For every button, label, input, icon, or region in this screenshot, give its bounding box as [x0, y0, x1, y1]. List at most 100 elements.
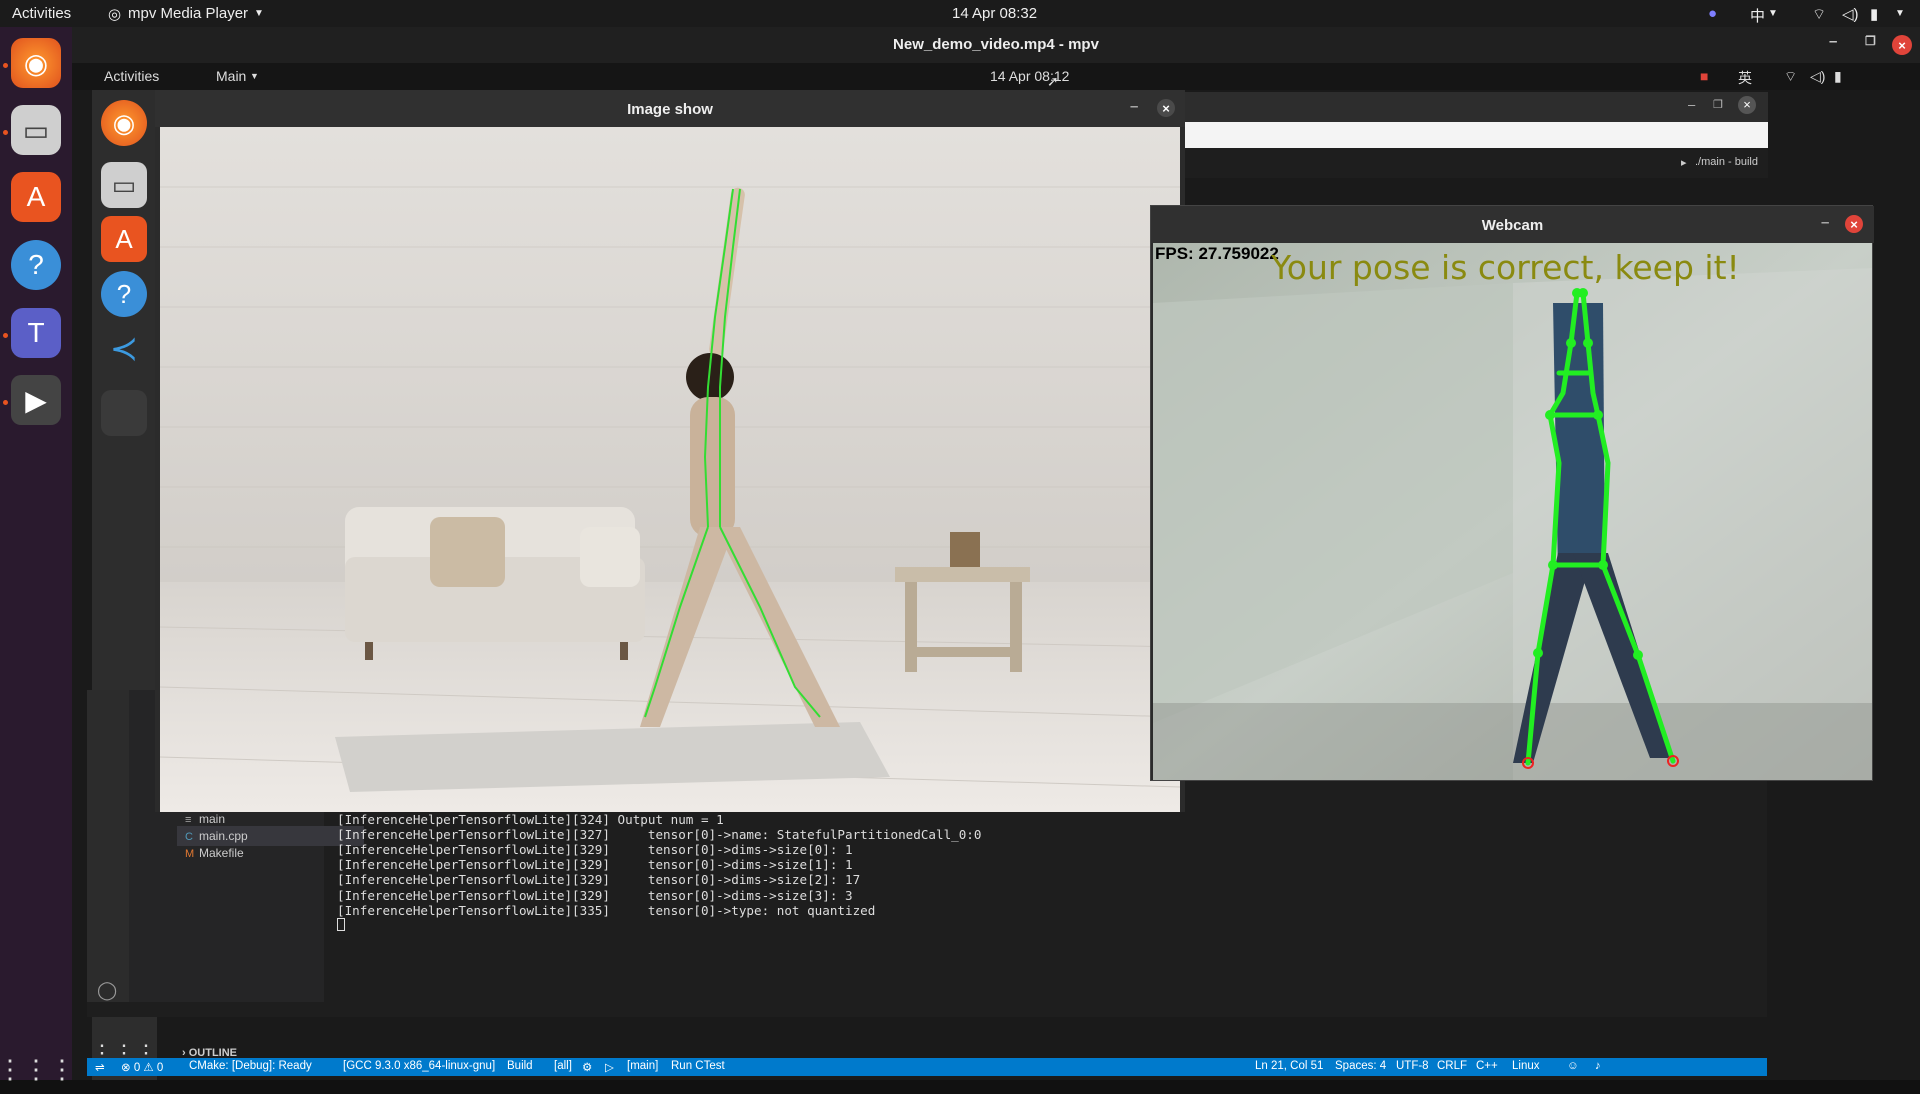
terminal-dropdown-label: ./main - build — [1695, 156, 1758, 168]
system-menu-chevron-icon[interactable]: ▼ — [1895, 8, 1905, 19]
brick-wall — [160, 127, 1180, 582]
webcam-feed: FPS: 27.759022 Your pose is correct, kee… — [1153, 243, 1872, 780]
chevron-down-icon[interactable]: ▼ — [254, 8, 264, 19]
terminal-line: [InferenceHelperTensorflowLite][327] ten… — [337, 826, 982, 842]
vscode-icon: ≺ — [109, 330, 139, 368]
volume-icon[interactable]: ◁) — [1842, 5, 1859, 23]
indentation: Spaces: 4 — [1335, 1060, 1387, 1072]
close-icon: × — [1157, 99, 1175, 117]
maximize-icon[interactable]: ❐ — [1865, 34, 1876, 48]
close-icon: × — [1845, 215, 1863, 233]
wifi-icon[interactable]: ⌔ — [1812, 5, 1826, 24]
inner-input-method: 英 — [1738, 70, 1752, 86]
terminal-line: [InferenceHelperTensorflowLite][329] ten… — [337, 872, 861, 888]
account-icon: ◯ — [97, 980, 118, 1000]
terminal-line: [InferenceHelperTensorflowLite][324] Out… — [337, 811, 724, 827]
mpv-title-bar: New_demo_video.mp4 - mpv – ❐ × — [72, 27, 1920, 63]
teams-tray-icon[interactable]: ● — [1708, 5, 1717, 22]
vscode-status-bar: ⇌ ⊗ 0 ⚠ 0 CMake: [Debug]: Ready [GCC 9.3… — [87, 1058, 1767, 1076]
help-icon[interactable]: ? — [11, 240, 61, 290]
run-ctest: Run CTest — [671, 1060, 725, 1072]
vscode-title-bar: – ❐ × — [1113, 92, 1768, 122]
chevron-down-icon[interactable]: ▼ — [1768, 8, 1778, 19]
close-icon[interactable]: × — [1892, 35, 1912, 55]
remote-icon: ⇌ — [95, 1062, 105, 1074]
end-of-line: CRLF — [1437, 1060, 1468, 1072]
camera-icon: ■ — [1700, 68, 1709, 84]
debug-icon: ⚙ — [582, 1062, 593, 1074]
show-apps-icon[interactable]: ⋮⋮⋮ — [0, 1044, 75, 1094]
os-indicator: Linux — [1512, 1060, 1540, 1072]
vscode-tab-strip — [1113, 122, 1768, 148]
running-indicator — [3, 130, 8, 135]
encoding: UTF-8 — [1396, 1060, 1429, 1072]
maximize-icon: ❐ — [1713, 99, 1723, 111]
fps-readout: FPS: 27.759022 — [1155, 244, 1279, 263]
inner-app-menu: Main — [216, 68, 247, 84]
running-indicator — [3, 333, 8, 338]
active-app-slot — [101, 390, 147, 436]
inner-top-bar: Activities Main ▼ 14 Apr 08:12 ➚ ■ 英 ⌔ ◁… — [72, 63, 1920, 90]
file-name: main — [199, 812, 226, 826]
cmake-status: CMake: [Debug]: Ready — [189, 1060, 312, 1072]
running-indicator — [3, 63, 8, 68]
terminal-icon: ▸ — [1681, 157, 1687, 169]
app-menu[interactable]: mpv Media Player — [128, 5, 248, 22]
terminal-line: [InferenceHelperTensorflowLite][329] ten… — [337, 842, 853, 857]
terminal-line: [InferenceHelperTensorflowLite][329] ten… — [337, 887, 853, 903]
feedback-icon: ☺ — [1567, 1060, 1579, 1072]
battery-icon: ▮ — [1834, 68, 1842, 84]
build-button: Build — [507, 1060, 533, 1072]
run-icon: ▷ — [605, 1062, 614, 1074]
language-mode: C++ — [1476, 1060, 1498, 1072]
files-icon[interactable]: ▭ — [11, 105, 61, 155]
window-title: New_demo_video.mp4 - mpv — [893, 36, 1099, 53]
window-title: Image show — [627, 101, 713, 118]
image-show-window: Image show – × — [155, 90, 1185, 812]
files-icon: ▭ — [101, 162, 147, 208]
webcam-title-bar: Webcam – × — [1151, 206, 1874, 243]
image-show-title-bar: Image show – × — [155, 90, 1185, 127]
cursor-position: Ln 21, Col 51 — [1255, 1060, 1324, 1072]
pose-feedback-message: Your pose is correct, keep it! — [1270, 248, 1740, 287]
minimize-icon: – — [1688, 97, 1696, 112]
terminal-cursor — [337, 918, 345, 931]
outer-dock: ◉ ▭ A ? T ▶ ⋮⋮⋮ — [0, 27, 75, 1084]
software-center-icon[interactable]: A — [11, 172, 61, 222]
input-method[interactable]: 中 — [1750, 5, 1765, 26]
terminal-panel-toolbar: ▸ ./main - build — [1113, 148, 1768, 178]
notifications-icon: ♪ — [1595, 1060, 1601, 1072]
mpv-dock-icon[interactable]: ▶ — [11, 375, 61, 425]
launch-target: [main] — [627, 1060, 659, 1072]
teams-icon[interactable]: T — [11, 308, 61, 358]
battery-icon[interactable]: ▮ — [1870, 5, 1878, 23]
file-name: Makefile — [199, 846, 244, 860]
mpv-icon: ◎ — [108, 6, 122, 23]
mouse-pointer-icon: ➚ — [1047, 73, 1059, 89]
terminal-line: [InferenceHelperTensorflowLite][329] ten… — [337, 857, 853, 873]
compiler-kit: [GCC 9.3.0 x86_64-linux-gnu] — [343, 1060, 496, 1072]
firefox-icon[interactable]: ◉ — [11, 38, 61, 88]
activities-button[interactable]: Activities — [12, 5, 71, 22]
yoga-photo — [160, 127, 1180, 812]
minimize-icon: – — [1130, 98, 1139, 115]
activity-bar: ◯ — [87, 690, 129, 1002]
sofa — [345, 507, 645, 660]
build-target: [all] — [554, 1060, 572, 1072]
clock[interactable]: 14 Apr 08:32 — [952, 5, 1037, 22]
minimize-icon: – — [1821, 214, 1830, 231]
terminal-line: [InferenceHelperTensorflowLite][335] ten… — [337, 902, 876, 918]
outer-top-bar: Activities ◎ mpv Media Player ▼ 14 Apr 0… — [0, 0, 1920, 27]
webcam-window: Webcam – × FPS: 27.759022 Your pose is c… — [1150, 205, 1874, 781]
chevron-down-icon: ▼ — [250, 71, 259, 81]
file-name: main.cpp — [199, 829, 248, 843]
software-center-icon: A — [101, 216, 147, 262]
wifi-icon: ⌔ — [1784, 68, 1798, 84]
close-icon: × — [1738, 96, 1756, 114]
running-indicator — [3, 400, 8, 405]
problems-count: ⊗ 0 ⚠ 0 — [121, 1062, 164, 1074]
firefox-icon: ◉ — [101, 100, 147, 146]
minimize-icon[interactable]: – — [1829, 33, 1837, 50]
m-icon: M — [185, 848, 195, 860]
help-icon: ? — [101, 271, 147, 317]
